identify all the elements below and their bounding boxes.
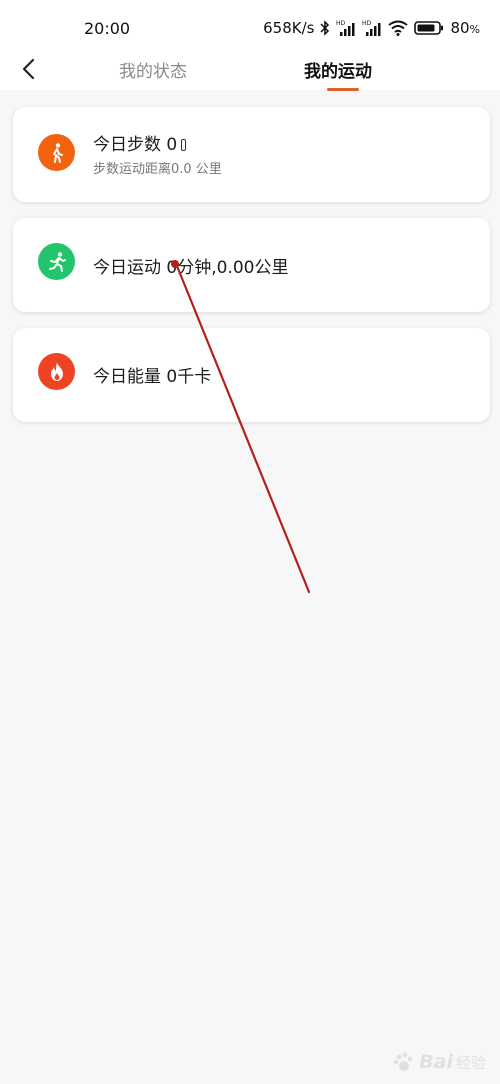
active-tab-indicator: [327, 88, 359, 91]
steps-card[interactable]: 今日步数 0 步数运动距离0.0 公里: [13, 107, 490, 202]
tab-my-status[interactable]: 我的状态: [119, 57, 187, 82]
paw-icon: [393, 1052, 413, 1071]
svg-text:HD: HD: [336, 20, 346, 27]
back-button[interactable]: [14, 54, 44, 84]
exercise-card[interactable]: 今日运动 0分钟,0.00公里: [13, 218, 490, 312]
walking-icon: [38, 134, 75, 171]
network-speed: 658K/s: [263, 19, 315, 37]
energy-title: 今日能量 0千卡: [93, 367, 212, 387]
bluetooth-icon: [320, 20, 330, 36]
battery-icon: [414, 21, 444, 35]
energy-card[interactable]: 今日能量 0千卡: [13, 328, 490, 422]
steps-title: 今日步数 0: [93, 130, 187, 155]
small-battery-icon: [181, 139, 187, 151]
wifi-icon: [388, 20, 409, 36]
battery-percent: 80%: [450, 19, 480, 37]
exercise-title: 今日运动 0分钟,0.00公里: [93, 258, 289, 278]
svg-text:HD: HD: [362, 20, 372, 27]
steps-distance: 步数运动距离0.0 公里: [93, 162, 222, 177]
flame-icon: [38, 353, 75, 390]
watermark-brand: Bai: [419, 1051, 453, 1073]
status-time: 20:00: [84, 19, 131, 38]
tab-my-sport[interactable]: 我的运动: [304, 57, 372, 82]
running-icon: [38, 243, 75, 280]
status-icons: 658K/s HD HD 80%: [263, 17, 480, 39]
hd-signal-icon: HD: [362, 20, 381, 36]
hd-signal-icon: HD: [336, 20, 355, 36]
baidu-watermark: Bai 经验: [392, 1050, 486, 1074]
chevron-left-icon: [22, 58, 35, 80]
top-navbar: 我的状态 我的运动: [0, 44, 500, 91]
watermark-cn: 经验: [455, 1053, 486, 1072]
